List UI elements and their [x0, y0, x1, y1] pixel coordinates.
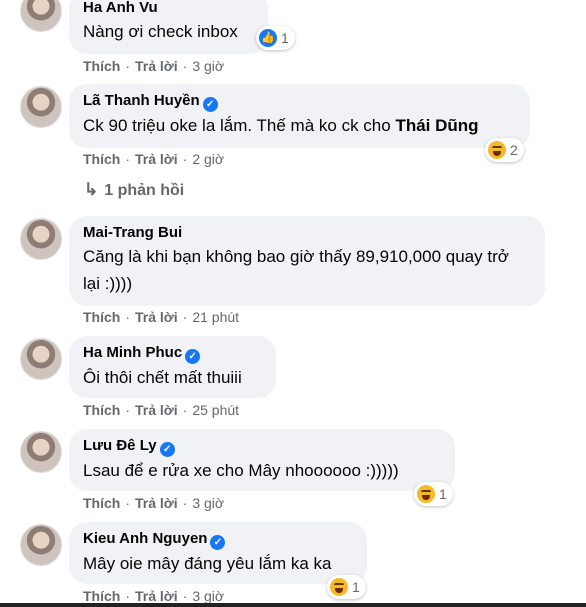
comment-time[interactable]: 3 giờ — [192, 58, 224, 74]
comment-actions: Thích · Trả lời · 3 giờ — [83, 58, 225, 74]
comment-actions: Thích · Trả lời · 21 phút — [83, 309, 240, 325]
comment-actions: Thích · Trả lời · 2 giờ — [83, 151, 225, 167]
comment-bubble: Lưu Đê Ly ✓ Lsau để e rửa xe cho Mây nhoo… — [69, 429, 455, 491]
avatar[interactable] — [20, 338, 62, 380]
commenter-name[interactable]: Lã Thanh Huyền ✓ — [83, 91, 516, 112]
comment-bubble: Kieu Anh Nguyen ✓ Mây oie mây đáng yêu lắ… — [69, 522, 367, 584]
bottom-divider — [0, 603, 586, 607]
verified-badge-icon: ✓ — [159, 442, 175, 457]
comment-time[interactable]: 21 phút — [192, 309, 239, 325]
comment-actions: Thích · Trả lời · 3 giờ — [83, 495, 225, 511]
reply-button[interactable]: Trả lời — [135, 495, 178, 511]
reaction-count[interactable]: 1 — [414, 482, 453, 506]
verified-badge-icon: ✓ — [210, 535, 226, 550]
reply-button[interactable]: Trả lời — [135, 588, 178, 604]
haha-icon — [330, 578, 348, 596]
comment-text: Ck 90 triệu oke la lắm. Thế mà ko ck cho… — [83, 116, 479, 135]
avatar[interactable] — [20, 0, 62, 32]
comment-text: Lsau để e rửa xe cho Mây nhoooooo :))))) — [83, 461, 399, 480]
verified-badge-icon: ✓ — [202, 97, 218, 112]
verified-badge-icon: ✓ — [185, 349, 201, 364]
commenter-name[interactable]: Ha Minh Phuc ✓ — [83, 343, 262, 364]
commenter-name[interactable]: Kieu Anh Nguyen ✓ — [83, 529, 353, 550]
reply-button[interactable]: Trả lời — [135, 309, 178, 325]
comment-actions: Thích · Trả lời · 3 giờ — [83, 588, 225, 604]
reply-button[interactable]: Trả lời — [135, 402, 178, 418]
avatar[interactable] — [20, 431, 62, 473]
like-button[interactable]: Thích — [83, 309, 120, 325]
commenter-name[interactable]: Ha Anh Vu — [83, 0, 254, 18]
commenter-name[interactable]: Lưu Đê Ly ✓ — [83, 436, 441, 457]
commenter-name[interactable]: Mai-Trang Bui — [83, 223, 531, 243]
comment-text: Căng là khi bạn không bao giờ thấy 89,91… — [83, 247, 509, 293]
like-button[interactable]: Thích — [83, 588, 120, 604]
comment-actions: Thích · Trả lời · 25 phút — [83, 402, 240, 418]
reaction-count[interactable]: 👍 1 — [256, 26, 295, 50]
reaction-count[interactable]: 2 — [485, 138, 524, 162]
avatar[interactable] — [20, 524, 62, 566]
like-icon: 👍 — [259, 29, 277, 47]
view-replies-link[interactable]: ↳ 1 phản hồi — [84, 180, 184, 200]
like-button[interactable]: Thích — [83, 58, 120, 74]
mention-link[interactable]: Thái Dũng — [395, 116, 478, 135]
haha-icon — [417, 485, 435, 503]
comment-text: Ôi thôi chết mất thuiii — [83, 368, 242, 387]
comment-time[interactable]: 25 phút — [192, 402, 239, 418]
comment-time[interactable]: 3 giờ — [192, 588, 224, 604]
comment-bubble: Ha Minh Phuc ✓ Ôi thôi chết mất thuiii — [69, 336, 276, 398]
comment-text: Mây oie mây đáng yêu lắm ka ka — [83, 554, 332, 573]
reaction-count[interactable]: 1 — [327, 575, 366, 599]
avatar[interactable] — [20, 218, 62, 260]
reply-button[interactable]: Trả lời — [135, 58, 178, 74]
reply-button[interactable]: Trả lời — [135, 151, 178, 167]
comment-text: Nàng ơi check inbox — [83, 22, 238, 41]
comment-time[interactable]: 2 giờ — [192, 151, 224, 167]
like-button[interactable]: Thích — [83, 151, 120, 167]
comment-bubble: Lã Thanh Huyền ✓ Ck 90 triệu oke la lắm. … — [69, 84, 530, 148]
comment-bubble: Mai-Trang Bui Căng là khi bạn không bao … — [69, 216, 545, 306]
reply-arrow-icon: ↳ — [84, 180, 99, 199]
avatar[interactable] — [20, 86, 62, 128]
comment-bubble: Ha Anh Vu Nàng ơi check inbox — [69, 0, 268, 54]
haha-icon — [488, 141, 506, 159]
comment-time[interactable]: 3 giờ — [192, 495, 224, 511]
like-button[interactable]: Thích — [83, 402, 120, 418]
like-button[interactable]: Thích — [83, 495, 120, 511]
